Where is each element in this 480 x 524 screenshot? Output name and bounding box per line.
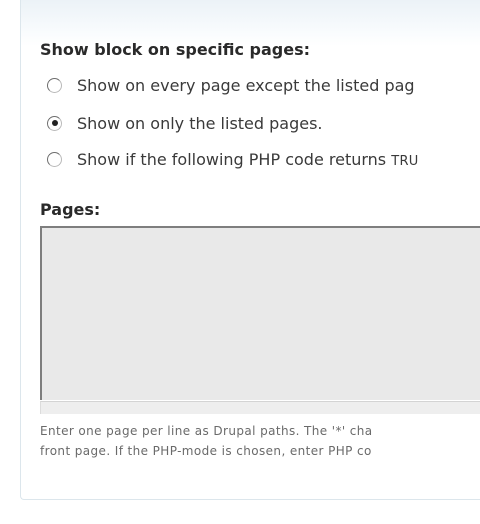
radio-label: Show if the following PHP code returns T… <box>77 150 419 169</box>
radio-label-text: Show if the following PHP code returns <box>77 149 392 169</box>
description-line-1: Enter one page per line as Drupal paths.… <box>40 424 373 438</box>
radio-option-php-code[interactable]: Show if the following PHP code returns T… <box>47 148 419 170</box>
radio-label: Show on every page except the listed pag <box>77 75 415 95</box>
radio-option-only-listed[interactable]: Show on only the listed pages. <box>47 112 323 134</box>
radio-button[interactable] <box>47 151 62 167</box>
pages-label: Pages: <box>40 200 101 219</box>
radio-button[interactable] <box>47 77 62 93</box>
pages-description: Enter one page per line as Drupal paths.… <box>40 421 480 461</box>
php-true-keyword: TRU <box>391 153 419 169</box>
textarea-resize-handle[interactable] <box>40 401 480 414</box>
radio-button-selected[interactable] <box>47 115 62 131</box>
description-line-2: front page. If the PHP-mode is chosen, e… <box>40 444 372 458</box>
radio-option-every-page-except[interactable]: Show on every page except the listed pag <box>47 74 415 96</box>
visibility-heading: Show block on specific pages: <box>40 40 311 59</box>
radio-label: Show on only the listed pages. <box>77 113 323 133</box>
pages-textarea[interactable] <box>40 226 480 400</box>
